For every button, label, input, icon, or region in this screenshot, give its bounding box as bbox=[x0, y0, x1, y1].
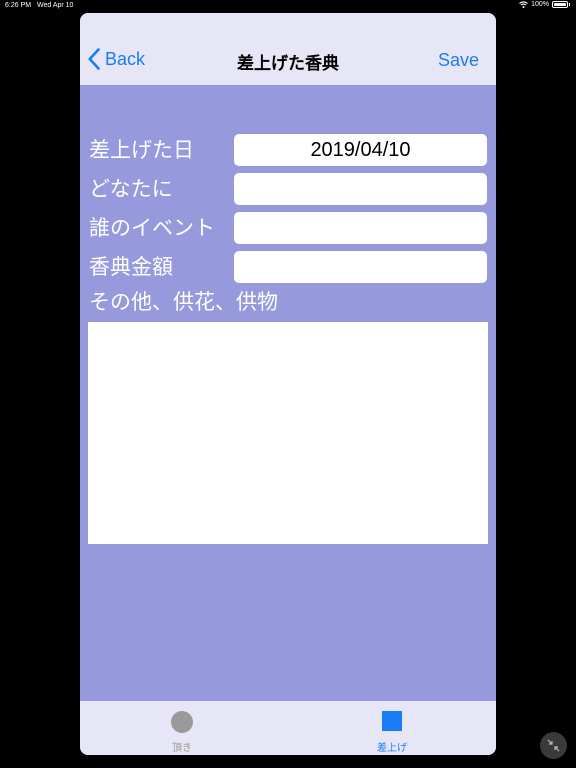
status-date: Wed Apr 10 bbox=[37, 2, 74, 9]
date-field[interactable]: 2019/04/10 bbox=[234, 134, 487, 166]
amount-field[interactable] bbox=[234, 251, 487, 283]
form-sheet: Back 差上げた香典 Save 差上げた日 2019/04/10 どなたに 誰… bbox=[80, 13, 496, 755]
recipient-field[interactable] bbox=[234, 173, 487, 205]
event-label: 誰のイベント bbox=[89, 216, 215, 240]
battery-icon bbox=[552, 1, 568, 8]
event-field[interactable] bbox=[234, 212, 487, 244]
date-label: 差上げた日 bbox=[89, 138, 194, 162]
navigation-bar: Back 差上げた香典 Save bbox=[80, 13, 496, 85]
battery-percent: 100% bbox=[531, 1, 549, 8]
recipient-label: どなたに bbox=[89, 177, 173, 201]
status-indicators: 100% bbox=[519, 1, 570, 8]
save-button[interactable]: Save bbox=[438, 50, 479, 71]
tab-given[interactable]: 差上げ bbox=[332, 701, 452, 755]
square-icon bbox=[382, 711, 402, 731]
notes-textarea[interactable] bbox=[88, 322, 488, 544]
status-bar: 6:26 PM Wed Apr 10 100% bbox=[0, 0, 576, 12]
notes-label: その他、供花、供物 bbox=[89, 290, 278, 314]
tab-given-label: 差上げ bbox=[377, 743, 407, 754]
wifi-icon bbox=[519, 1, 528, 8]
tab-received[interactable]: 頂き bbox=[122, 701, 242, 755]
tab-received-label: 頂き bbox=[172, 743, 192, 754]
tab-bar: 頂き 差上げ bbox=[80, 701, 496, 755]
collapse-arrows-icon bbox=[547, 739, 560, 752]
collapse-button[interactable] bbox=[540, 732, 567, 759]
status-time: 6:26 PM bbox=[5, 2, 32, 9]
page-title: 差上げた香典 bbox=[237, 54, 339, 74]
amount-label: 香典金額 bbox=[89, 255, 173, 279]
circle-icon bbox=[171, 711, 193, 733]
battery-tip-icon bbox=[569, 3, 570, 6]
